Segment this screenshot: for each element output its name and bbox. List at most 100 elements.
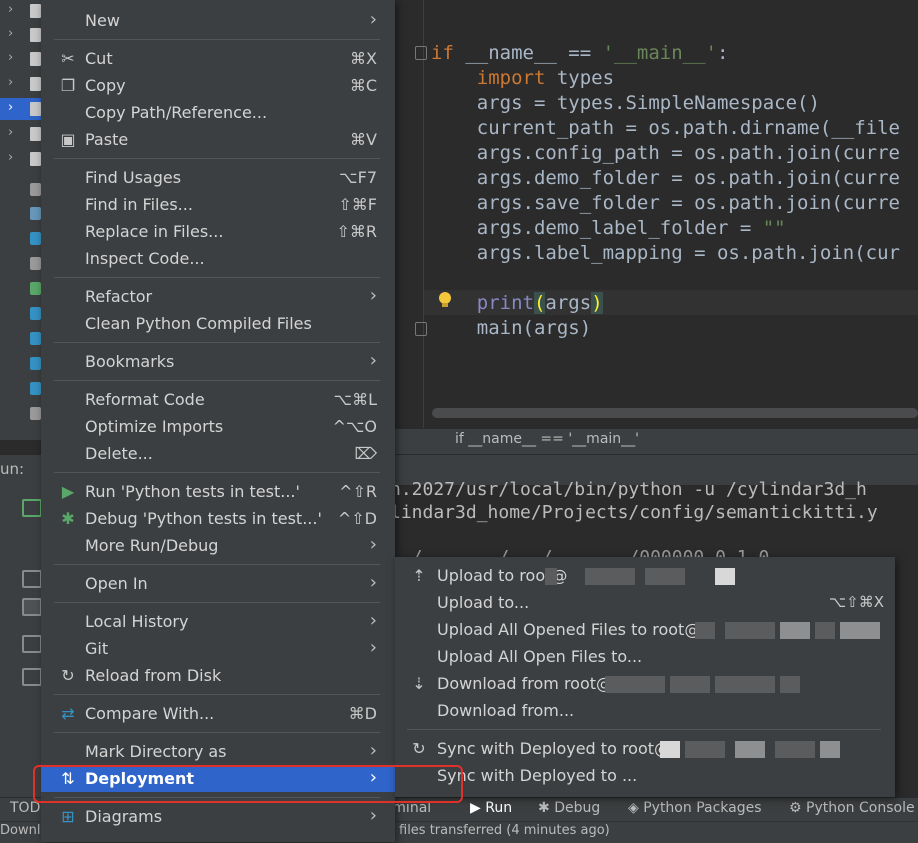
submenu-item-sync-with-deployed-to-root[interactable]: ↻ Sync with Deployed to root@: [395, 735, 895, 762]
scroll-icon[interactable]: [22, 570, 42, 588]
python-file-icon[interactable]: [30, 307, 41, 320]
submenu-item-sync-with-deployed-to[interactable]: Sync with Deployed to ...: [395, 762, 895, 789]
breadcrumb[interactable]: if __name__ == '__main__': [455, 431, 639, 447]
submenu-item-download-from-root[interactable]: ⇣ Download from root@: [395, 670, 895, 697]
fold-marker-icon[interactable]: [415, 46, 427, 60]
code-token: '__main__': [602, 42, 717, 64]
code-line[interactable]: args.save_folder = os.path.join(curre: [431, 191, 900, 216]
code-line[interactable]: args.demo_label_folder = "": [431, 216, 786, 241]
menu-item-label: Run 'Python tests in test...': [85, 482, 300, 501]
redacted-host-blur: [725, 622, 775, 639]
submenu-item-upload-all-open-files-to[interactable]: Upload All Open Files to...: [395, 643, 895, 670]
menu-item-more-run-debug[interactable]: More Run/Debug ›: [41, 532, 395, 559]
chevron-right-icon[interactable]: ›: [8, 75, 13, 90]
code-line[interactable]: args = types.SimpleNamespace(): [431, 91, 820, 116]
menu-item-bookmarks[interactable]: Bookmarks ›: [41, 348, 395, 375]
menu-item-inspect-code[interactable]: Inspect Code...: [41, 245, 395, 272]
menu-item-shortcut: ⌥⌘L: [333, 390, 377, 409]
menu-item-diagrams[interactable]: ⊞ Diagrams ›: [41, 803, 395, 830]
menu-item-local-history[interactable]: Local History ›: [41, 608, 395, 635]
submenu-item-upload-all-opened-files-to-root[interactable]: Upload All Opened Files to root@: [395, 616, 895, 643]
chevron-right-icon[interactable]: ›: [8, 100, 13, 115]
chevron-right-icon[interactable]: ›: [8, 50, 13, 65]
fold-marker-icon[interactable]: [415, 322, 427, 336]
menu-item-delete[interactable]: Delete... ⌦: [41, 440, 395, 467]
code-token: __name__ ==: [453, 42, 603, 64]
sync-icon: ↻: [412, 739, 426, 758]
compare-icon: ⇄: [61, 704, 75, 723]
soft-wrap-icon[interactable]: [22, 598, 42, 616]
tree-row[interactable]: ›: [0, 123, 44, 145]
code-line[interactable]: args.label_mapping = os.path.join(cur: [431, 241, 900, 266]
horizontal-scrollbar[interactable]: [432, 408, 918, 418]
chevron-right-icon: ›: [369, 9, 377, 30]
tree-row[interactable]: ›: [0, 73, 44, 95]
menu-item-copy-path-reference[interactable]: Copy Path/Reference...: [41, 99, 395, 126]
menu-item-reformat-code[interactable]: Reformat Code ⌥⌘L: [41, 386, 395, 413]
menu-item-new[interactable]: New ›: [41, 7, 395, 34]
rerun-icon[interactable]: [22, 499, 42, 517]
tool-window-run[interactable]: ▶ Run: [470, 800, 512, 816]
code-line[interactable]: current_path = os.path.dirname(__file: [431, 116, 900, 141]
file-icon[interactable]: [30, 282, 41, 295]
menu-item-find-in-files[interactable]: Find in Files... ⇧⌘F: [41, 191, 395, 218]
file-icon[interactable]: [30, 207, 41, 220]
trash-icon[interactable]: [22, 668, 42, 686]
code-line[interactable]: if __name__ == '__main__':: [431, 41, 728, 66]
menu-item-paste[interactable]: ▣ Paste ⌘V: [41, 126, 395, 153]
chevron-right-icon[interactable]: ›: [8, 2, 13, 17]
menu-item-run-python-tests-in-test[interactable]: ▶ Run 'Python tests in test...' ^⇧R: [41, 478, 395, 505]
print-icon[interactable]: [22, 635, 42, 653]
tree-row[interactable]: ›: [0, 48, 44, 70]
tree-row[interactable]: ›: [0, 0, 44, 22]
code-line[interactable]: print(args): [431, 291, 603, 316]
python-file-icon[interactable]: [30, 332, 41, 345]
menu-item-refactor[interactable]: Refactor ›: [41, 283, 395, 310]
code-line[interactable]: main(args): [431, 316, 591, 341]
python-file-icon[interactable]: [30, 382, 41, 395]
tool-window-python-console[interactable]: ⚙ Python Console: [789, 800, 915, 816]
menu-item-cut[interactable]: ✂ Cut ⌘X: [41, 45, 395, 72]
menu-item-reload-from-disk[interactable]: ↻ Reload from Disk: [41, 662, 395, 689]
menu-item-clean-python-compiled-files[interactable]: Clean Python Compiled Files: [41, 310, 395, 337]
tree-row[interactable]: ›: [0, 148, 44, 170]
status-message[interactable]: files transferred (4 minutes ago): [399, 823, 610, 838]
menu-item-copy[interactable]: ❐ Copy ⌘C: [41, 72, 395, 99]
menu-item-git[interactable]: Git ›: [41, 635, 395, 662]
submenu-item-upload-to-root[interactable]: ⇡ Upload to root@: [395, 562, 895, 589]
chevron-right-icon[interactable]: ›: [8, 150, 13, 165]
submenu-item-download-from[interactable]: Download from...: [395, 697, 895, 724]
tree-row-selected[interactable]: ›: [0, 98, 44, 120]
redacted-host-blur: [820, 741, 840, 758]
menu-item-optimize-imports[interactable]: Optimize Imports ^⌥O: [41, 413, 395, 440]
code-token: args.demo_label_folder =: [431, 217, 763, 239]
menu-item-replace-in-files[interactable]: Replace in Files... ⇧⌘R: [41, 218, 395, 245]
code-token: ): [591, 292, 603, 314]
code-line[interactable]: import types: [431, 66, 614, 91]
file-icon[interactable]: [30, 407, 41, 420]
tool-window-debug[interactable]: ✱ Debug: [538, 800, 600, 816]
lightbulb-icon[interactable]: [438, 291, 452, 309]
tree-row[interactable]: ›: [0, 24, 44, 46]
submenu-item-upload-to[interactable]: Upload to... ⌥⇧⌘X: [395, 589, 895, 616]
menu-item-compare-with[interactable]: ⇄ Compare With... ⌘D: [41, 700, 395, 727]
chevron-right-icon[interactable]: ›: [8, 26, 13, 41]
tool-window-python-packages[interactable]: ◈ Python Packages: [628, 800, 762, 816]
chevron-right-icon: ›: [369, 740, 377, 761]
menu-item-open-in[interactable]: Open In ›: [41, 570, 395, 597]
file-icon[interactable]: [30, 257, 41, 270]
code-line[interactable]: args.demo_folder = os.path.join(curre: [431, 166, 900, 191]
menu-item-debug-python-tests-in-test[interactable]: ✱ Debug 'Python tests in test...' ^⇧D: [41, 505, 395, 532]
code-line[interactable]: args.config_path = os.path.join(curre: [431, 141, 900, 166]
python-file-icon[interactable]: [30, 357, 41, 370]
chevron-right-icon[interactable]: ›: [8, 125, 13, 140]
menu-item-label: Refactor: [85, 287, 153, 306]
file-icon[interactable]: [30, 183, 41, 196]
menu-item-label: Find in Files...: [85, 195, 193, 214]
redacted-host-blur: [685, 741, 725, 758]
menu-item-label: Copy: [85, 76, 126, 95]
python-file-icon[interactable]: [30, 232, 41, 245]
menu-item-find-usages[interactable]: Find Usages ⌥F7: [41, 164, 395, 191]
menu-item-mark-directory-as[interactable]: Mark Directory as ›: [41, 738, 395, 765]
